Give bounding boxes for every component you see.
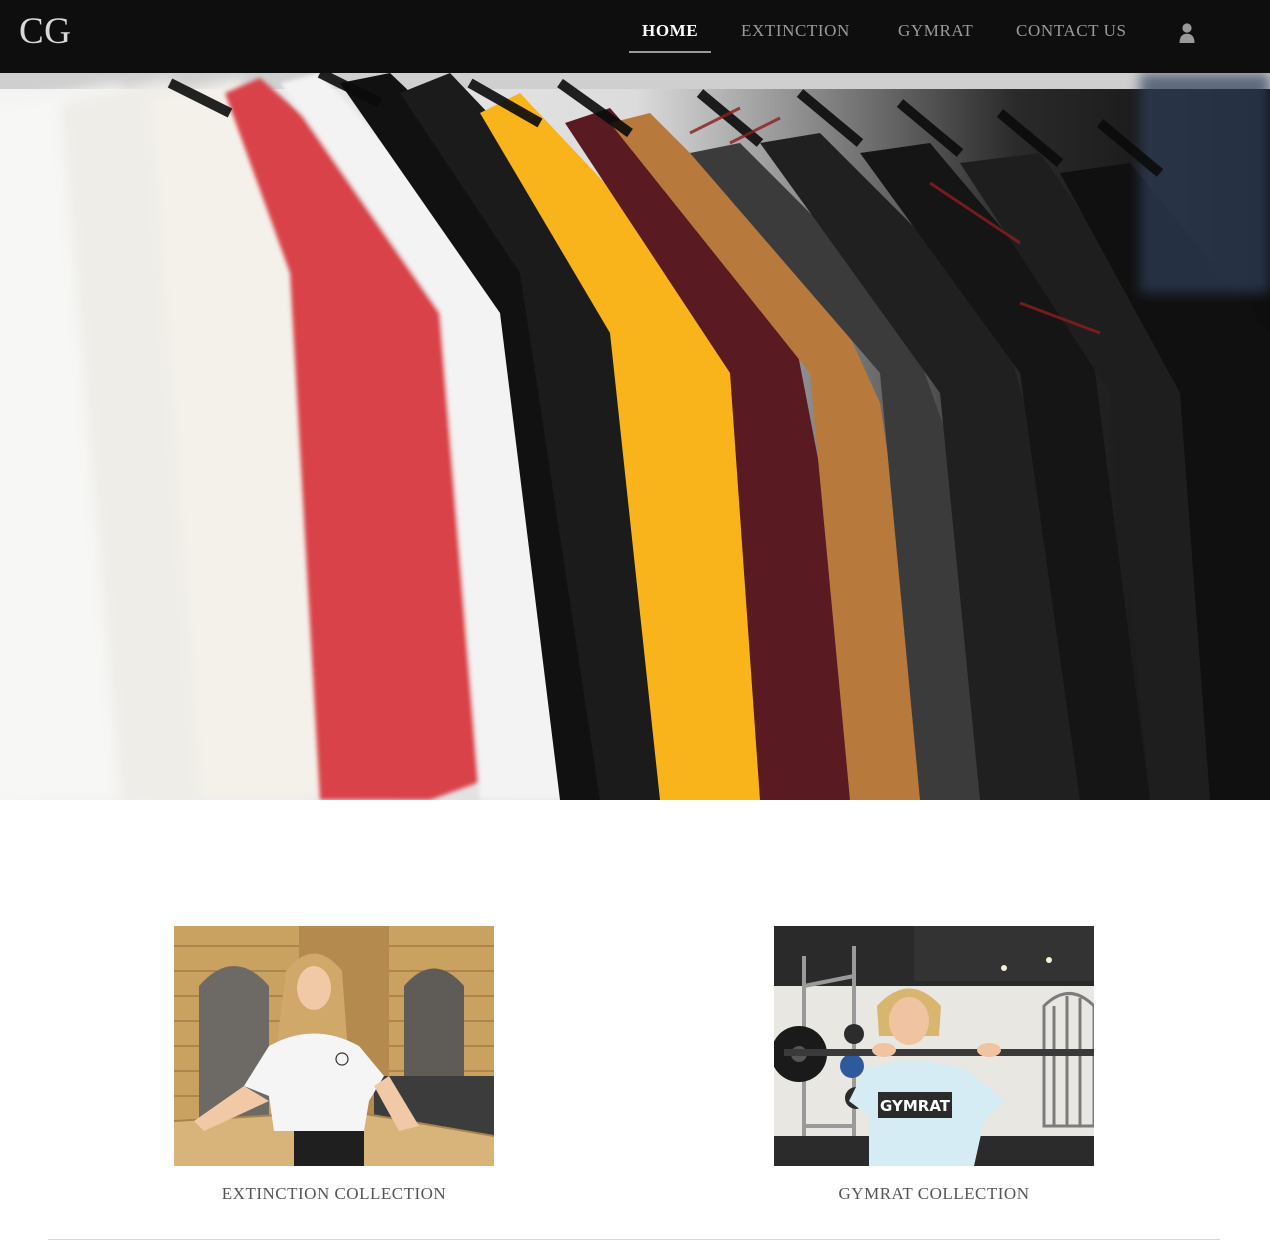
gymrat-shirt-print: GYMRAT — [880, 1097, 951, 1115]
nav-gymrat-link[interactable]: GYMRAT — [898, 21, 973, 53]
woman-white-shirt-photo — [174, 926, 494, 1166]
section-divider — [48, 1239, 1220, 1240]
top-navigation-bar: CG HOME EXTINCTION GYMRAT CONTACT US — [0, 0, 1270, 73]
main-nav: HOME EXTINCTION GYMRAT CONTACT US — [0, 0, 1270, 73]
woman-barbell-squat-photo: GYMRAT — [774, 926, 1094, 1166]
nav-extinction-link[interactable]: EXTINCTION — [741, 21, 850, 53]
gymrat-collection-card[interactable]: GYMRAT GYMRAT COLLECTION — [774, 926, 1094, 1203]
nav-home-link[interactable]: HOME — [628, 21, 712, 53]
hero-banner-image — [0, 73, 1270, 800]
gymrat-collection-caption[interactable]: GYMRAT COLLECTION — [734, 1184, 1134, 1204]
nav-contact-us-link[interactable]: CONTACT US — [1016, 21, 1127, 53]
extinction-collection-photo[interactable] — [174, 926, 494, 1166]
user-icon — [1179, 23, 1195, 43]
extinction-collection-caption[interactable]: EXTINCTION COLLECTION — [134, 1184, 534, 1204]
user-account-button[interactable] — [1178, 22, 1196, 44]
extinction-collection-card[interactable]: EXTINCTION COLLECTION — [174, 926, 494, 1203]
gymrat-collection-photo[interactable]: GYMRAT — [774, 926, 1094, 1166]
tshirt-rack-illustration — [0, 73, 1270, 800]
